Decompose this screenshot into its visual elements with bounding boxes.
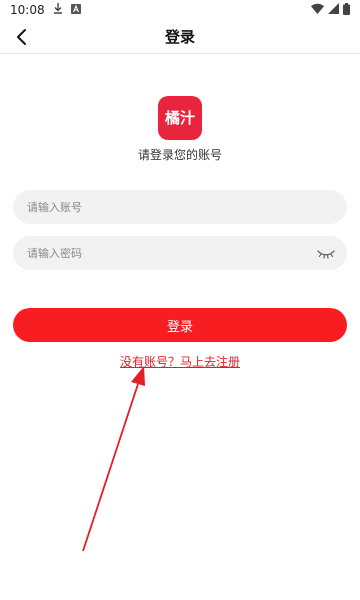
password-input[interactable] [13,236,297,270]
status-bar: 10:08 [0,0,360,20]
wifi-icon [311,3,324,17]
eye-closed-icon [317,250,335,259]
battery-icon [343,2,350,18]
account-input[interactable] [13,190,297,224]
annotation-arrow-icon [82,366,145,552]
toggle-password-visibility[interactable] [317,246,335,260]
status-right [311,2,350,18]
password-field [13,236,347,270]
page-title: 登录 [164,28,195,46]
login-button[interactable]: 登录 [13,308,347,342]
download-icon [53,3,63,17]
nav-bar: 登录 [0,20,360,54]
login-subtitle: 请登录您的账号 [137,148,222,162]
account-field [13,190,347,224]
register-link[interactable]: 没有账号？马上去注册 [0,353,360,370]
app-logo: 橘汁 [158,96,202,140]
status-left: 10:08 [10,3,81,17]
signal-icon [328,3,339,17]
status-time: 10:08 [10,3,45,17]
text-a-icon [70,3,81,17]
